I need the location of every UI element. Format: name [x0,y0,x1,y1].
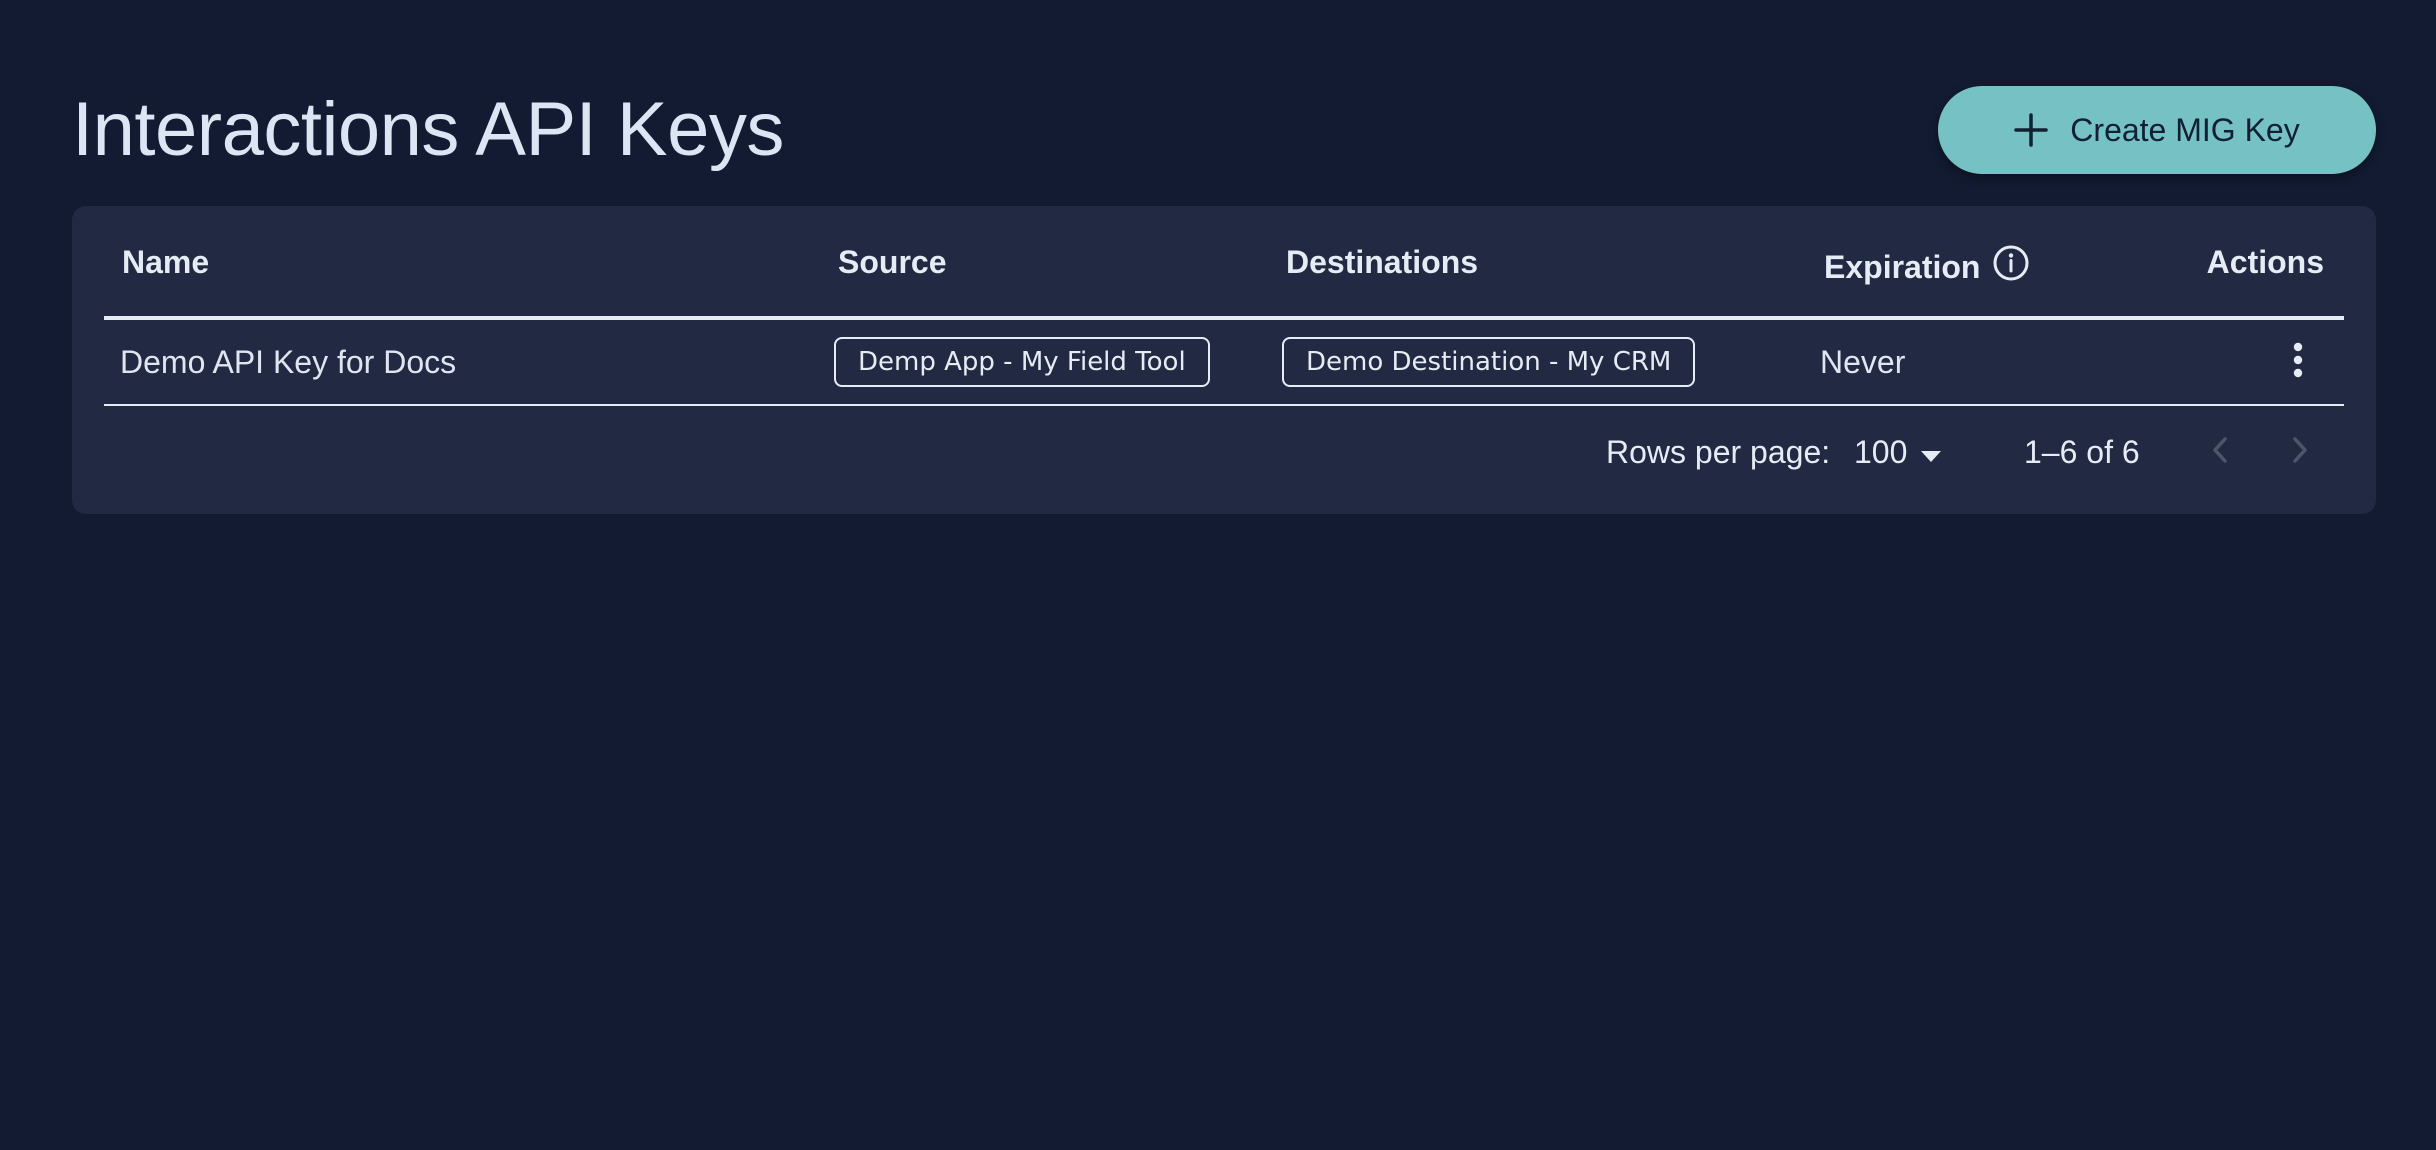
column-header-source[interactable]: Source [838,244,946,281]
plus-icon [2014,113,2049,147]
column-header-actions: Actions [2206,244,2324,280]
info-icon[interactable] [1992,244,2030,290]
expiration-cell: Never [1820,343,1906,380]
create-mig-key-button[interactable]: Create MIG Key [1938,86,2376,174]
next-page-button[interactable] [2276,428,2324,476]
source-chip: Demp App - My Field Tool [834,337,1210,387]
rows-per-page-value: 100 [1854,433,1908,470]
rows-per-page-select[interactable]: 100 [1854,422,1942,482]
pagination-range: 1–6 of 6 [2024,433,2140,470]
destination-chip: Demo Destination - My CRM [1282,337,1696,387]
column-header-name[interactable]: Name [122,244,209,281]
page-title: Interactions API Keys [72,87,784,172]
previous-page-button[interactable] [2196,428,2244,476]
more-vertical-icon [2292,342,2304,383]
destination-cell: Demo Destination - My CRM [1282,320,1696,404]
column-header-destinations[interactable]: Destinations [1286,244,1478,281]
row-actions-button[interactable] [2278,342,2318,382]
create-mig-key-label: Create MIG Key [2070,111,2300,148]
table-header-row: Name Source Destinations Expiration Acti… [104,206,2344,320]
source-cell: Demp App - My Field Tool [834,320,1210,404]
table-row[interactable]: Demo API Key for Docs Demp App - My Fiel… [104,320,2344,406]
chevron-left-icon [2211,436,2229,469]
column-header-expiration-label: Expiration [1824,248,1981,285]
api-keys-table: Name Source Destinations Expiration Acti… [72,206,2376,514]
column-header-expiration[interactable]: Expiration [1824,244,2030,290]
caret-down-icon [1921,434,1942,471]
chevron-right-icon [2291,436,2309,469]
rows-per-page-label: Rows per page: [1606,433,1831,470]
key-name-cell: Demo API Key for Docs [120,343,457,380]
